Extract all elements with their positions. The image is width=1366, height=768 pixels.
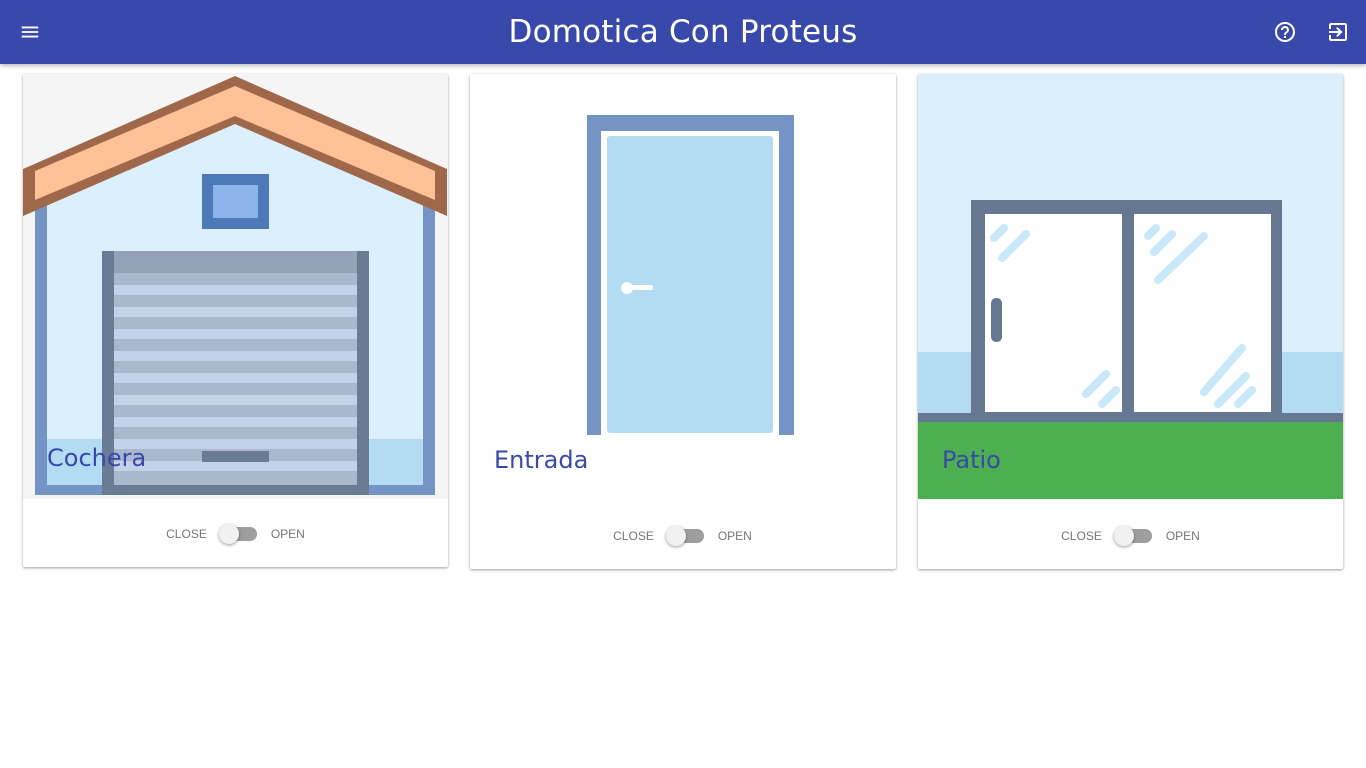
garage-illustration [23, 74, 448, 499]
switch-on-label: Open [1165, 529, 1200, 543]
garage-switch: Close Open [23, 522, 448, 546]
card-title: Patio [942, 446, 1001, 474]
card-patio: Patio Close Open [918, 74, 1343, 569]
door-illustration [470, 74, 895, 499]
garage-toggle[interactable] [218, 524, 257, 544]
help-button[interactable] [1269, 16, 1301, 48]
page-title: Domotica Con Proteus [508, 14, 858, 50]
door-switch: Close Open [470, 524, 895, 548]
sliding-door-illustration [918, 74, 1343, 499]
card-entrada: Entrada Close Open [470, 74, 896, 569]
toggle-knob [218, 524, 239, 544]
exit-to-app-icon [1329, 23, 1347, 41]
logout-button[interactable] [1322, 16, 1354, 48]
door-toggle[interactable] [665, 526, 704, 546]
card-title: Cochera [47, 444, 147, 472]
switch-on-label: Open [270, 527, 305, 541]
patio-switch: Close Open [918, 524, 1343, 548]
toggle-knob [1113, 526, 1134, 546]
card-cochera: Cochera Close Open [23, 74, 448, 567]
patio-toggle[interactable] [1113, 526, 1152, 546]
app-bar: Domotica Con Proteus [0, 0, 1366, 64]
switch-off-label: Close [166, 527, 207, 541]
help-circle-icon [1275, 22, 1295, 42]
toggle-knob [665, 526, 686, 546]
switch-off-label: Close [1061, 529, 1102, 543]
card-title: Entrada [494, 446, 589, 474]
switch-on-label: Open [717, 529, 752, 543]
switch-off-label: Close [613, 529, 654, 543]
